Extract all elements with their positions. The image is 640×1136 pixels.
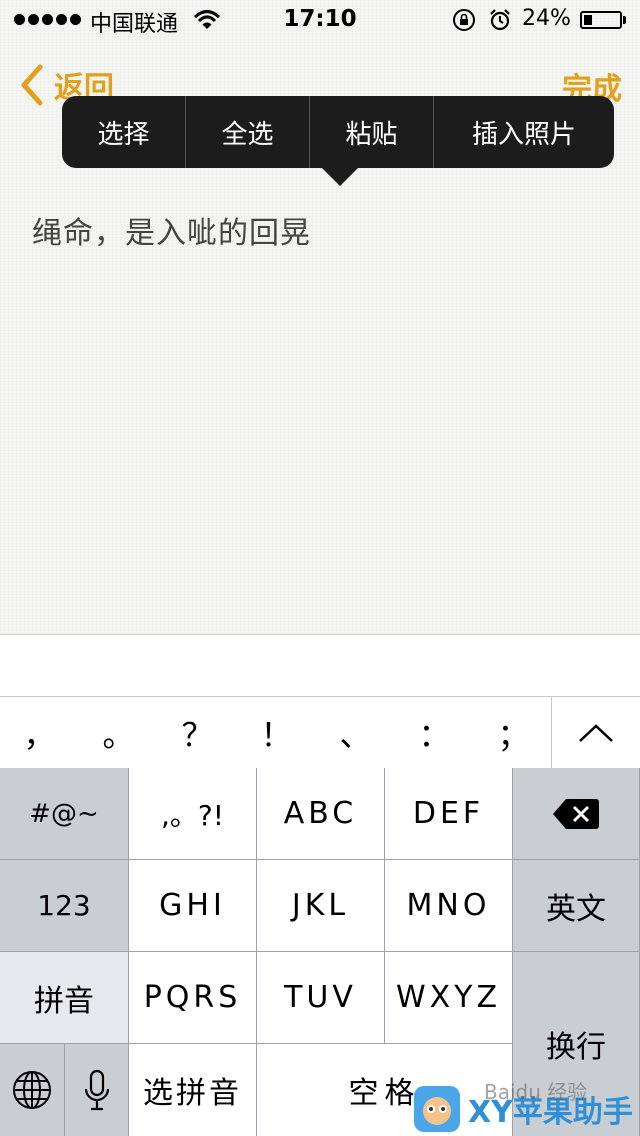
- punct-enum-comma[interactable]: 、: [316, 697, 395, 769]
- key-jkl[interactable]: JKL: [257, 860, 385, 952]
- key-def[interactable]: DEF: [385, 768, 513, 860]
- status-bar: 中国联通 17:10 24%: [0, 0, 640, 40]
- chevron-up-icon: [579, 724, 613, 742]
- key-pqrs[interactable]: PQRS: [129, 952, 257, 1044]
- key-numbers[interactable]: 123: [0, 860, 129, 952]
- chevron-left-icon: [21, 64, 43, 106]
- globe-key[interactable]: [0, 1044, 65, 1136]
- mic-key[interactable]: [65, 1044, 129, 1136]
- key-wxyz[interactable]: WXYZ: [385, 952, 513, 1044]
- menu-select-all[interactable]: 全选: [186, 96, 310, 168]
- battery-percent: 24%: [522, 6, 571, 31]
- xy-watermark: XY苹果助手 Baidu 经验: [414, 1080, 640, 1136]
- punctuation-bar: ， 。 ？ ！ 、 ： ；: [0, 696, 640, 769]
- key-pinyin[interactable]: 拼音: [0, 952, 129, 1044]
- menu-select[interactable]: 选择: [62, 96, 186, 168]
- key-punct[interactable]: ,。?!: [129, 768, 257, 860]
- battery-tip: [623, 16, 626, 24]
- microphone-icon: [84, 1069, 109, 1111]
- xy-logo-icon: [414, 1086, 460, 1132]
- key-ghi[interactable]: GHI: [129, 860, 257, 952]
- key-english[interactable]: 英文: [513, 860, 640, 952]
- battery-icon: [580, 11, 622, 29]
- punct-colon[interactable]: ：: [395, 697, 474, 769]
- candidate-bar: [0, 634, 640, 697]
- key-symbols[interactable]: #@~: [0, 768, 129, 860]
- menu-pointer: [322, 168, 358, 186]
- punct-question[interactable]: ？: [158, 697, 237, 769]
- rotation-lock-icon: [453, 9, 475, 31]
- alarm-icon: [490, 9, 510, 31]
- baidu-watermark: Baidu 经验: [484, 1080, 588, 1104]
- punct-comma[interactable]: ，: [0, 697, 79, 769]
- globe-icon: [13, 1071, 51, 1109]
- backspace-icon: [553, 798, 599, 829]
- menu-insert-photo[interactable]: 插入照片: [434, 96, 614, 168]
- collapse-button[interactable]: [551, 697, 640, 769]
- punct-exclaim[interactable]: ！: [237, 697, 316, 769]
- key-mno[interactable]: MNO: [385, 860, 513, 952]
- key-select-pinyin[interactable]: 选拼音: [129, 1044, 257, 1136]
- punct-period[interactable]: 。: [79, 697, 158, 769]
- edit-menu: 选择 全选 粘贴 插入照片: [62, 96, 614, 168]
- key-abc[interactable]: ABC: [257, 768, 385, 860]
- delete-key[interactable]: [513, 768, 640, 860]
- key-tuv[interactable]: TUV: [257, 952, 385, 1044]
- note-body[interactable]: 绳命，是入呲的回晃: [32, 208, 311, 252]
- punct-semicolon[interactable]: ；: [474, 697, 553, 769]
- menu-paste[interactable]: 粘贴: [310, 96, 434, 168]
